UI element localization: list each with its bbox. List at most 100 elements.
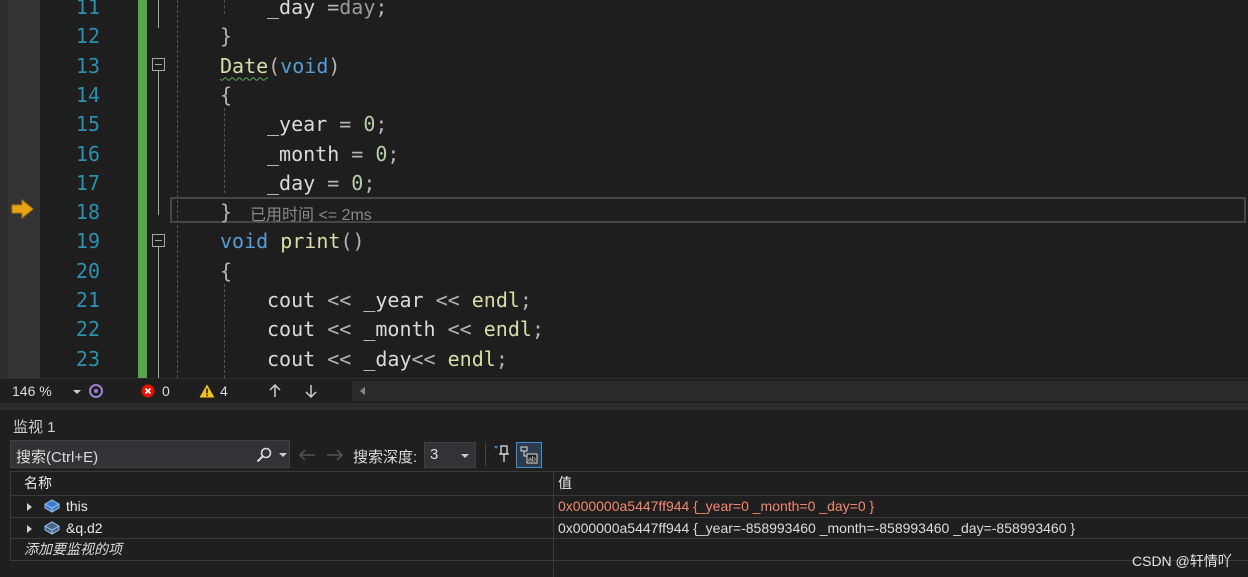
- code-line[interactable]: void print(): [220, 227, 365, 256]
- expand-arrow-icon[interactable]: [27, 503, 32, 511]
- object-icon: [44, 520, 60, 535]
- expand-arrow-icon[interactable]: [27, 524, 32, 533]
- scroll-left-icon[interactable]: [360, 387, 365, 395]
- chevron-down-icon[interactable]: [279, 453, 287, 457]
- code-token: ): [328, 53, 341, 78]
- add-watch-row[interactable]: 添加要监视的项: [10, 539, 1248, 560]
- line-number: 17: [75, 170, 100, 195]
- watermark: CSDN @轩情吖: [1132, 553, 1232, 569]
- code-token: 0: [351, 170, 364, 195]
- editor-left-edge: [0, 0, 8, 378]
- outline-line: [158, 246, 159, 378]
- code-token: endl: [471, 288, 520, 312]
- search-icon[interactable]: [256, 447, 272, 463]
- error-count[interactable]: 0: [162, 383, 170, 399]
- error-icon[interactable]: [141, 384, 155, 398]
- code-token: endl: [447, 346, 496, 371]
- code-token: _day: [363, 346, 412, 371]
- perf-tip[interactable]: 已用时间 <= 2ms: [250, 201, 372, 225]
- indent-guide: [177, 0, 178, 378]
- code-token: {: [220, 258, 233, 283]
- watch-item-value[interactable]: 0x000000a5447ff944 {_year=-858993460 _mo…: [558, 518, 1075, 539]
- watch-item-value[interactable]: 0x000000a5447ff944 {_year=0 _month=0 _da…: [558, 496, 874, 517]
- code-line[interactable]: _day = 0;: [267, 169, 375, 198]
- code-line[interactable]: {: [220, 81, 232, 110]
- code-token: 0: [363, 112, 376, 137]
- code-line[interactable]: }: [220, 198, 232, 227]
- intellicode-icon[interactable]: [88, 383, 104, 399]
- watch-item-name[interactable]: &q.d2: [66, 518, 103, 539]
- chevron-down-icon: [461, 454, 469, 458]
- grid-left-border: [10, 472, 11, 561]
- horizontal-scrollbar[interactable]: [352, 381, 1248, 401]
- code-token: void: [280, 53, 329, 78]
- code-token: _year: [267, 112, 328, 137]
- watch-row[interactable]: this 0x000000a5447ff944 {_year=0 _month=0…: [10, 496, 1248, 517]
- arrow-up-icon[interactable]: [268, 384, 282, 398]
- watch-title[interactable]: 监视 1: [13, 416, 56, 437]
- breakpoint-margin[interactable]: [8, 0, 40, 378]
- code-token: ;: [375, 112, 388, 137]
- watch-search-input[interactable]: 搜索(Ctrl+E): [10, 440, 290, 468]
- code-token: }: [220, 200, 233, 225]
- row-separator: [10, 538, 1248, 539]
- code-token: _day: [267, 0, 316, 19]
- watch-row[interactable]: &q.d2 0x000000a5447ff944 {_year=-85899346…: [10, 518, 1248, 539]
- code-token: (): [340, 229, 365, 254]
- code-line[interactable]: cout << _day<< endl;: [267, 345, 508, 374]
- indent-guide: [224, 108, 225, 193]
- code-token: print: [280, 229, 341, 254]
- line-number: 22: [75, 317, 100, 342]
- view-as-text-toggle[interactable]: ab: [516, 442, 542, 468]
- search-placeholder: 搜索(Ctrl+E): [16, 449, 99, 466]
- code-token: <<: [315, 346, 364, 371]
- line-number: 15: [75, 112, 100, 137]
- indent-guide: [224, 0, 225, 14]
- row-separator: [10, 495, 1248, 496]
- outline-line: [158, 0, 159, 28]
- code-line[interactable]: Date(void): [220, 52, 340, 81]
- editor-status-bar: 146 % 0 4: [0, 378, 1248, 403]
- watch-grid: 名称 值 this 0x000000a5447ff944 {_year=0 _mo…: [10, 472, 1248, 577]
- column-header-name[interactable]: 名称: [24, 472, 52, 495]
- code-line[interactable]: {: [220, 257, 232, 286]
- back-arrow-icon[interactable]: [298, 448, 316, 462]
- code-token: =: [327, 112, 364, 137]
- arrow-down-icon[interactable]: [304, 384, 318, 398]
- code-line[interactable]: _year = 0;: [267, 110, 387, 139]
- column-header-value[interactable]: 值: [558, 472, 572, 495]
- line-number: 12: [75, 24, 100, 49]
- code-token: <<: [315, 288, 364, 312]
- code-line[interactable]: cout << _year << endl;: [267, 286, 532, 315]
- code-token: <<: [315, 317, 364, 342]
- indent-guide: [224, 284, 225, 378]
- text-visualizer-icon: ab: [520, 446, 538, 464]
- warning-icon[interactable]: [199, 384, 215, 398]
- svg-text:ab: ab: [528, 457, 536, 464]
- code-line[interactable]: }: [220, 22, 232, 51]
- search-depth-select[interactable]: 3: [424, 442, 476, 468]
- forward-arrow-icon[interactable]: [326, 448, 344, 462]
- code-line[interactable]: cout << _month << endl;: [267, 315, 544, 344]
- watch-item-name[interactable]: this: [66, 496, 88, 517]
- line-number: 23: [75, 346, 100, 371]
- code-editor[interactable]: 11 12 13 14 15 16 17 18 19 20 21 22 23 _day =day;} Da…: [0, 0, 1248, 378]
- code-token: ;: [363, 170, 376, 195]
- code-token: 0: [375, 141, 388, 166]
- row-separator: [10, 560, 1248, 561]
- warning-count[interactable]: 4: [220, 383, 228, 399]
- line-number: 20: [75, 258, 100, 283]
- depth-label: 搜索深度:: [353, 449, 418, 466]
- code-token: void: [220, 229, 269, 254]
- panel-splitter[interactable]: [0, 403, 1248, 410]
- code-token: =: [339, 141, 376, 166]
- pin-icon[interactable]: [492, 444, 512, 464]
- zoom-dropdown[interactable]: 146 %: [6, 381, 82, 401]
- code-token: cout: [267, 346, 316, 371]
- line-number: 19: [75, 229, 100, 254]
- line-number: 18: [75, 200, 100, 225]
- code-line[interactable]: _month = 0;: [267, 140, 399, 169]
- code-line[interactable]: _day =day;: [267, 0, 387, 22]
- code-token: _year: [363, 288, 424, 312]
